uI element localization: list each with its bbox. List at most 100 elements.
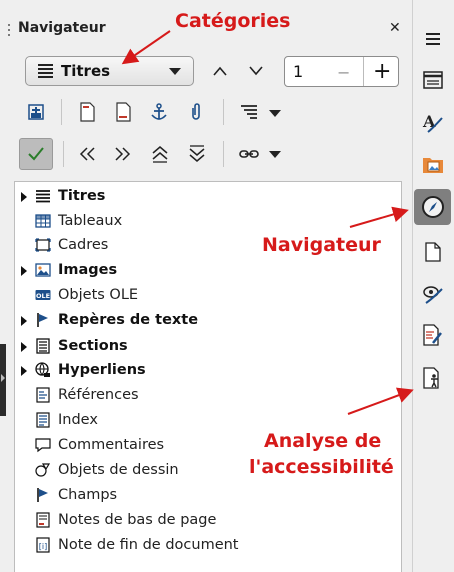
endnote-icon: [i] — [35, 537, 51, 553]
tree-item-label: Tableaux — [58, 213, 123, 229]
tree-item-champs[interactable]: Champs — [15, 485, 395, 507]
chapter-up-icon[interactable] — [149, 143, 171, 165]
tree-item-objets-ole[interactable]: OLE Objets OLE — [15, 285, 395, 307]
paperclip-icon[interactable] — [185, 101, 207, 123]
annotation-accessibility-line1: Analyse de — [264, 430, 382, 452]
footer-page-icon[interactable] — [112, 101, 134, 123]
tree-item-label: Références — [58, 387, 139, 403]
tree-item-label: Objets OLE — [58, 287, 139, 303]
close-icon[interactable]: ✕ — [389, 20, 401, 36]
tree-item-label: Champs — [58, 487, 118, 503]
navigator-panel: Navigateur ✕ Titres 1 − + Titres Tableau… — [0, 0, 412, 572]
image-icon — [35, 262, 51, 278]
tree-item-label: Notes de bas de page — [58, 512, 217, 528]
anchor-icon[interactable] — [148, 101, 170, 123]
chevron-down-icon[interactable] — [269, 110, 281, 117]
spinner-divider — [363, 57, 364, 86]
hamburger-menu-icon[interactable] — [419, 25, 447, 53]
accessibility-check-icon[interactable] — [419, 364, 447, 392]
tree-item-label: Repères de texte — [58, 312, 199, 328]
tree-item-label: Hyperliens — [58, 362, 146, 378]
tree-item-titres[interactable]: Titres — [15, 186, 395, 208]
field-flag-icon — [35, 487, 51, 503]
tree-item-note-de-fin-de-document[interactable]: [i] Note de fin de document — [15, 535, 395, 557]
toolbar-divider — [223, 141, 224, 167]
heading-level-spinner[interactable]: 1 − + — [284, 56, 399, 87]
spinner-minus-button[interactable]: − — [337, 63, 350, 82]
header-page-icon[interactable] — [76, 101, 98, 123]
expand-arrow-icon[interactable] — [21, 366, 27, 376]
outline-level-icon[interactable] — [238, 101, 260, 123]
expand-arrow-icon[interactable] — [21, 192, 27, 202]
tree-item-label: Images — [58, 262, 118, 278]
style-inspector-icon[interactable] — [419, 280, 447, 308]
double-left-icon[interactable] — [76, 143, 98, 165]
page-icon[interactable] — [419, 238, 447, 266]
spinner-plus-button[interactable]: + — [373, 59, 391, 84]
svg-text:OLE: OLE — [36, 292, 50, 300]
navigator-compass-icon[interactable] — [419, 193, 447, 221]
tree-item-notes-de-bas-de-page[interactable]: Notes de bas de page — [15, 510, 395, 532]
chevron-down-icon[interactable] — [269, 151, 281, 158]
tree-item-label: Objets de dessin — [58, 462, 179, 478]
panel-title: Navigateur — [18, 20, 106, 36]
tree-item-sections[interactable]: Sections — [15, 336, 395, 358]
frame-icon — [35, 237, 51, 253]
toolbar-divider — [63, 141, 64, 167]
drag-mode-link-icon[interactable] — [238, 143, 260, 165]
svg-text:A: A — [422, 112, 436, 131]
list-lines-icon — [38, 62, 53, 80]
tree-item-images[interactable]: Images — [15, 260, 395, 282]
drag-grip[interactable] — [8, 24, 11, 38]
toolbar-divider — [61, 99, 62, 125]
category-select[interactable]: Titres — [25, 56, 194, 86]
comment-icon — [35, 437, 51, 453]
bookmark-flag-icon — [35, 312, 51, 328]
ole-icon: OLE — [35, 287, 51, 303]
double-right-icon[interactable] — [112, 143, 134, 165]
gallery-icon[interactable] — [419, 150, 447, 178]
tree-item-label: Cadres — [58, 237, 109, 253]
check-icon — [28, 147, 44, 161]
chapter-down-icon[interactable] — [186, 143, 208, 165]
tree-item-label: Titres — [58, 188, 106, 204]
tree-item-index[interactable]: Index — [15, 410, 395, 432]
drawing-object-icon — [35, 462, 51, 478]
tree-item-label: Sections — [58, 338, 128, 354]
tree-item-repères-de-texte[interactable]: Repères de texte — [15, 310, 395, 332]
tree-item-tableaux[interactable]: Tableaux — [15, 211, 395, 233]
annotation-categories: Catégories — [175, 10, 291, 32]
promote-up-icon[interactable] — [213, 65, 227, 77]
chevron-down-icon — [169, 68, 181, 75]
toggle-view-icon[interactable] — [25, 101, 47, 123]
section-icon — [35, 338, 51, 354]
footnote-icon — [35, 512, 51, 528]
sidebar-deck-tabbar: A — [412, 0, 454, 572]
spinner-value[interactable]: 1 — [293, 62, 303, 81]
manage-changes-icon[interactable] — [419, 321, 447, 349]
properties-icon[interactable] — [419, 66, 447, 94]
expand-arrow-icon[interactable] — [21, 316, 27, 326]
reference-icon — [35, 387, 51, 403]
table-icon — [35, 213, 51, 229]
globe-link-icon — [35, 362, 51, 378]
navigator-window: Navigateur ✕ Titres 1 − + Titres Tableau… — [0, 0, 454, 572]
styles-icon[interactable]: A — [419, 109, 447, 137]
annotation-navigator: Navigateur — [262, 234, 381, 256]
annotation-accessibility-line2: l'accessibilité — [249, 456, 394, 478]
tree-item-références[interactable]: Références — [15, 385, 395, 407]
toolbar-divider — [223, 99, 224, 125]
content-tracking-toggle[interactable] — [19, 138, 53, 170]
expand-arrow-icon[interactable] — [21, 266, 27, 276]
headings-icon — [35, 188, 51, 204]
category-select-value: Titres — [61, 62, 111, 80]
demote-down-icon[interactable] — [249, 65, 263, 77]
svg-text:[i]: [i] — [39, 542, 47, 551]
collapse-handle[interactable] — [0, 344, 6, 416]
expand-arrow-icon[interactable] — [21, 342, 27, 352]
tree-item-hyperliens[interactable]: Hyperliens — [15, 360, 395, 382]
tree-item-label: Commentaires — [58, 437, 165, 453]
index-icon — [35, 412, 51, 428]
tree-item-label: Note de fin de document — [58, 537, 239, 553]
tree-item-label: Index — [58, 412, 98, 428]
